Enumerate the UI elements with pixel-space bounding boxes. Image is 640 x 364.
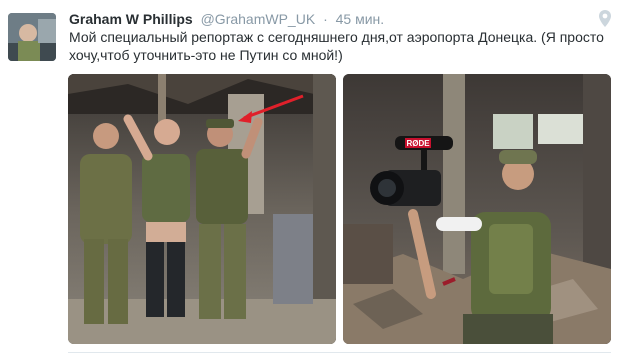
tweet-text: Мой специальный репортаж с сегодняшнего … <box>69 29 604 63</box>
tweet-divider <box>68 352 611 353</box>
tweet-card[interactable]: Graham W Phillips @GrahamWP_UK · 45 мин.… <box>0 0 640 364</box>
tweet-photo-left[interactable] <box>68 74 336 344</box>
avatar[interactable] <box>8 13 56 61</box>
mic-brand-label: RØDE <box>406 139 430 148</box>
author-handle[interactable]: @GrahamWP_UK <box>201 11 316 27</box>
photo-reporter-camera: RØDE <box>343 74 611 344</box>
tweet-photo-right[interactable]: RØDE <box>343 74 611 344</box>
tweet-header: Graham W Phillips @GrahamWP_UK · 45 мин. <box>69 9 384 29</box>
tweet-timestamp[interactable]: 45 мин. <box>336 11 385 27</box>
avatar-image <box>8 13 56 61</box>
photo-soldiers-airport <box>68 74 336 344</box>
author-name[interactable]: Graham W Phillips <box>69 11 193 27</box>
location-pin-icon[interactable] <box>598 9 612 29</box>
separator-dot: · <box>323 11 328 27</box>
